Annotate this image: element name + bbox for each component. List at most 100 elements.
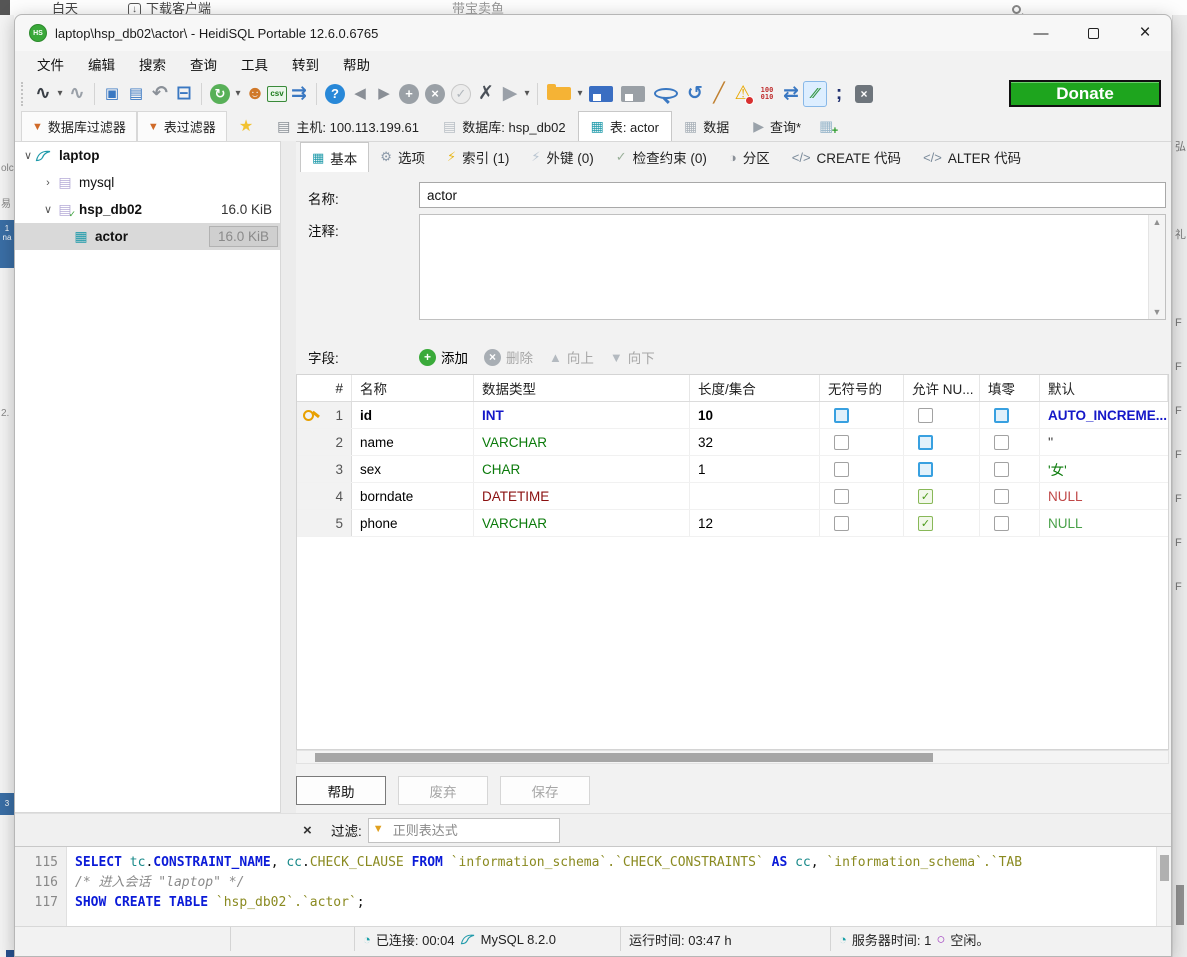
close-query-icon[interactable]: × — [855, 85, 873, 103]
nav-last-icon[interactable]: ▶ — [372, 81, 396, 107]
zerofill-checkbox[interactable] — [994, 435, 1009, 450]
tab-options[interactable]: ⚙选项 — [369, 142, 436, 172]
unsigned-checkbox[interactable] — [834, 489, 849, 504]
semicolon-icon[interactable]: ; — [827, 81, 851, 107]
field-name[interactable]: borndate — [352, 483, 474, 509]
dropdown-arrow-icon[interactable]: ▾ — [233, 88, 243, 99]
column-header[interactable]: 默认 — [1040, 375, 1168, 401]
menu-tools[interactable]: 工具 — [229, 51, 280, 77]
column-header[interactable]: 无符号的 — [820, 375, 904, 401]
zerofill-checkbox[interactable] — [994, 408, 1009, 423]
print-icon[interactable]: ⊟ — [172, 81, 196, 107]
close-filter-icon[interactable]: × — [303, 822, 323, 839]
discard-button[interactable]: 废弃 — [398, 776, 488, 805]
field-type[interactable]: DATETIME — [474, 483, 690, 509]
table-comment-textarea[interactable]: ▲ ▼ — [419, 214, 1166, 320]
add-record-icon[interactable]: + — [399, 84, 419, 104]
tree-node-session[interactable]: ∨ laptop — [15, 142, 280, 169]
tree-node-database[interactable]: ∨ ▤ hsp_db02 16.0 KiB — [15, 196, 280, 223]
field-row[interactable]: 5 phone VARCHAR 12 NULL — [297, 510, 1168, 537]
user-manager-icon[interactable]: ☻ — [243, 81, 267, 107]
tab-host[interactable]: ▤主机: 100.113.199.61 — [265, 111, 431, 141]
comment-scrollbar[interactable]: ▲ ▼ — [1148, 215, 1165, 319]
move-up-button[interactable]: ▲向上 — [549, 347, 594, 367]
unsigned-checkbox[interactable] — [834, 435, 849, 450]
maximize-button[interactable] — [1067, 15, 1119, 51]
allow-null-checkbox[interactable] — [918, 408, 933, 423]
tree-node-database[interactable]: › ▤ mysql — [15, 169, 280, 196]
field-name[interactable]: phone — [352, 510, 474, 536]
paste-icon[interactable]: ▤ — [124, 81, 148, 107]
warnings-icon[interactable]: ⚠ — [731, 81, 755, 107]
scrollbar-thumb[interactable] — [1160, 855, 1169, 881]
dropdown-arrow-icon[interactable]: ▾ — [522, 88, 532, 99]
scrollbar-thumb[interactable] — [315, 753, 933, 762]
scroll-up-icon[interactable]: ▲ — [1153, 217, 1162, 227]
dropdown-arrow-icon[interactable]: ▾ — [575, 88, 585, 99]
help-button[interactable]: 帮助 — [296, 776, 386, 805]
tree-node-table[interactable]: ▦ actor 16.0 KiB — [15, 223, 280, 250]
move-down-button[interactable]: ▼向下 — [610, 347, 655, 367]
reformat-icon[interactable]: ╱ — [707, 81, 731, 107]
expand-arrow-icon[interactable]: › — [41, 177, 55, 189]
help-icon[interactable]: ? — [325, 84, 345, 104]
tab-indexes[interactable]: ⚡索引 (1) — [436, 142, 520, 172]
field-name[interactable]: id — [352, 402, 474, 428]
dropdown-arrow-icon[interactable]: ▾ — [55, 88, 65, 99]
field-type[interactable]: INT — [474, 402, 690, 428]
expand-arrow-icon[interactable]: ∨ — [21, 149, 35, 162]
tab-alter-code[interactable]: </>ALTER 代码 — [912, 142, 1032, 172]
field-type[interactable]: CHAR — [474, 456, 690, 482]
connect-icon[interactable]: ∿ — [31, 81, 55, 107]
copy-icon[interactable]: ▣ — [100, 81, 124, 107]
field-row[interactable]: 1 id INT 10 AUTO_INCREME... — [297, 402, 1168, 429]
tab-create-code[interactable]: </>CREATE 代码 — [781, 142, 912, 172]
nav-first-icon[interactable]: ◀ — [348, 81, 372, 107]
menu-edit[interactable]: 编辑 — [76, 51, 127, 77]
sql-log[interactable]: 115 116 117 SELECT tc.CONSTRAINT_NAME, c… — [15, 846, 1171, 926]
column-header[interactable]: 允许 NU... — [904, 375, 980, 401]
disconnect-icon[interactable]: ∿ — [65, 81, 89, 107]
filter-input[interactable] — [368, 818, 560, 843]
column-header[interactable]: 长度/集合 — [690, 375, 820, 401]
field-type[interactable]: VARCHAR — [474, 510, 690, 536]
tab-query[interactable]: ▶查询* — [741, 111, 813, 141]
donate-button[interactable]: Donate — [1009, 80, 1161, 107]
add-field-button[interactable]: +添加 — [419, 347, 468, 367]
column-header[interactable]: 填零 — [980, 375, 1040, 401]
wrap-lines-icon[interactable]: ⇄ — [779, 81, 803, 107]
table-name-input[interactable] — [419, 182, 1166, 208]
remove-field-button[interactable]: ×删除 — [484, 347, 533, 367]
field-row[interactable]: 4 borndate DATETIME NULL — [297, 483, 1168, 510]
expand-arrow-icon[interactable]: ∨ — [41, 203, 55, 216]
column-header[interactable]: 名称 — [352, 375, 474, 401]
export-csv-icon[interactable]: csv — [267, 86, 287, 102]
allow-null-checkbox[interactable] — [918, 435, 933, 450]
field-name[interactable]: sex — [352, 456, 474, 482]
menu-query[interactable]: 查询 — [178, 51, 229, 77]
minimize-button[interactable]: — — [1015, 15, 1067, 51]
save-as-icon[interactable] — [621, 86, 645, 102]
field-length[interactable]: 1 — [690, 456, 820, 482]
unsigned-checkbox[interactable] — [834, 462, 849, 477]
new-query-tab-button[interactable]: ▦ — [813, 111, 839, 141]
field-default[interactable]: '' — [1040, 429, 1168, 455]
cancel-record-icon[interactable]: × — [425, 84, 445, 104]
field-default[interactable]: '女' — [1040, 456, 1168, 482]
field-type[interactable]: VARCHAR — [474, 429, 690, 455]
menu-help[interactable]: 帮助 — [331, 51, 382, 77]
table-filter-button[interactable]: ▼表过滤器 — [137, 111, 227, 141]
save-button[interactable]: 保存 — [500, 776, 590, 805]
tab-foreign-keys[interactable]: ⚡外键 (0) — [520, 142, 604, 172]
zerofill-checkbox[interactable] — [994, 462, 1009, 477]
menu-goto[interactable]: 转到 — [280, 51, 331, 77]
log-scrollbar[interactable] — [1156, 847, 1171, 926]
tab-partitions[interactable]: ◑分区 — [718, 142, 781, 172]
close-button[interactable]: × — [1119, 15, 1171, 51]
scroll-down-icon[interactable]: ▼ — [1153, 307, 1162, 317]
zerofill-checkbox[interactable] — [994, 516, 1009, 531]
allow-null-checkbox[interactable] — [918, 462, 933, 477]
tab-data[interactable]: ▦数据 — [672, 111, 741, 141]
stop-icon[interactable]: ✗ — [474, 81, 498, 107]
field-row[interactable]: 2 name VARCHAR 32 '' — [297, 429, 1168, 456]
